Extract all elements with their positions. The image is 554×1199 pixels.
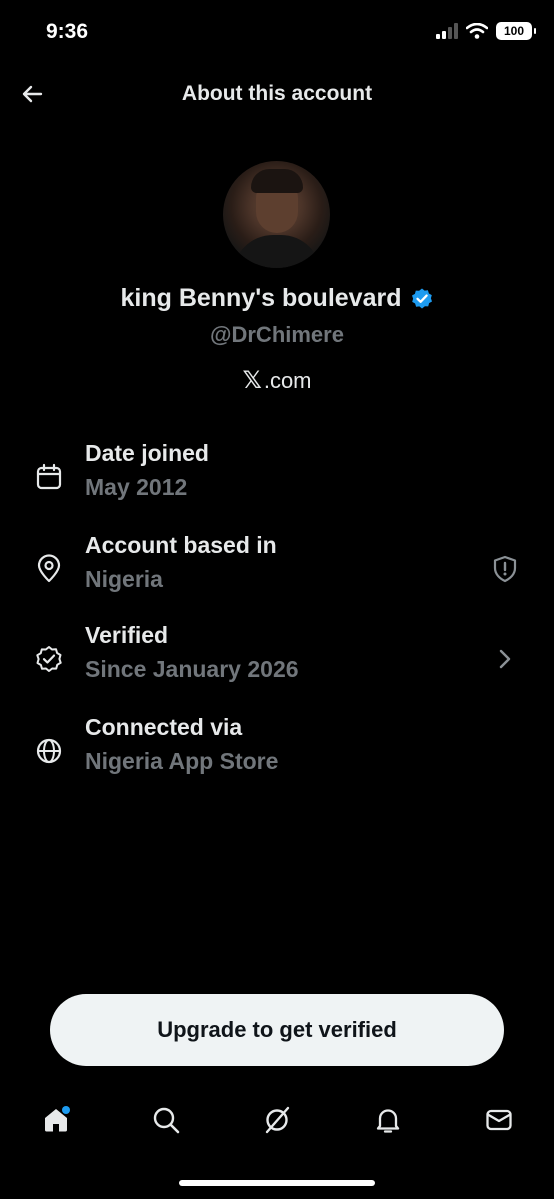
tab-messages[interactable] [477, 1098, 521, 1142]
x-logo-icon: 𝕏 [242, 367, 262, 394]
info-item-connected-via: Connected via Nigeria App Store [0, 714, 554, 790]
upgrade-to-verified-button[interactable]: Upgrade to get verified [50, 994, 504, 1066]
notification-dot [62, 1106, 70, 1114]
info-item-account-based-in[interactable]: Account based in Nigeria [0, 532, 554, 608]
info-value: Nigeria App Store [85, 748, 279, 774]
verified-check-icon [411, 288, 432, 308]
location-pin-icon [37, 554, 61, 583]
header: About this account [0, 72, 554, 116]
tab-notifications[interactable] [366, 1098, 410, 1142]
bell-icon [376, 1109, 400, 1133]
avatar-hair-shape [251, 169, 303, 193]
page-title: About this account [181, 82, 373, 105]
tab-grok[interactable] [255, 1098, 299, 1142]
grok-icon [265, 1106, 290, 1134]
tab-search[interactable] [144, 1098, 188, 1142]
tab-home[interactable] [34, 1098, 78, 1142]
bottom-tab-bar [0, 1092, 554, 1152]
signal-icon [436, 23, 458, 39]
wifi-icon [466, 23, 488, 39]
info-label: Verified [85, 622, 169, 648]
battery-indicator: 100 [496, 22, 536, 40]
home-indicator [179, 1180, 375, 1186]
avatar[interactable] [223, 161, 330, 268]
source-domain: .com [263, 367, 312, 393]
display-name-row: king Benny's boulevard [0, 284, 554, 313]
status-bar: 9:36 100 [0, 0, 554, 64]
info-value: May 2012 [85, 474, 188, 500]
info-value: Since January 2026 [85, 656, 299, 682]
globe-icon [36, 738, 62, 764]
search-icon [153, 1107, 180, 1134]
info-value: Nigeria [85, 566, 163, 592]
account-source: 𝕏 .com [0, 366, 554, 395]
avatar-suit-shape [233, 235, 321, 268]
display-name: king Benny's boulevard [120, 284, 402, 312]
status-time: 9:36 [46, 20, 89, 43]
info-label: Connected via [85, 714, 243, 740]
mail-icon [486, 1109, 512, 1131]
calendar-icon [36, 463, 62, 490]
status-icons: 100 [436, 22, 536, 40]
username-handle: @DrChimere [210, 322, 344, 347]
shield-alert-icon[interactable] [490, 554, 520, 584]
chevron-right-icon[interactable] [490, 644, 520, 674]
info-label: Account based in [85, 532, 277, 558]
verified-badge-icon [36, 646, 62, 672]
info-item-date-joined: Date joined May 2012 [0, 440, 554, 516]
info-label: Date joined [85, 440, 209, 466]
info-item-verified[interactable]: Verified Since January 2026 [0, 622, 554, 698]
